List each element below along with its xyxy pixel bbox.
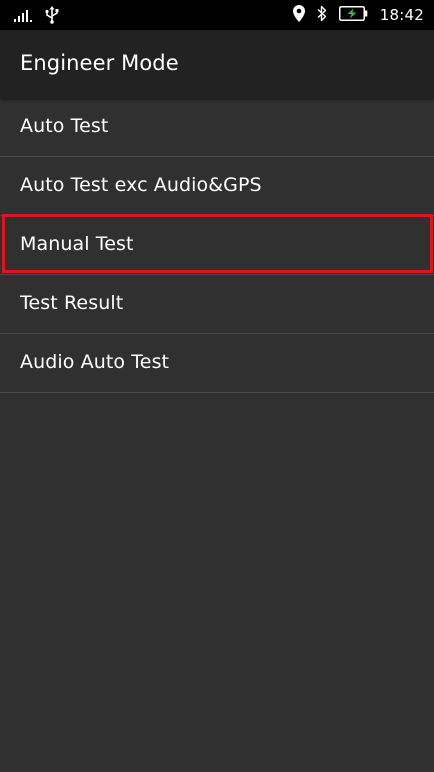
menu-item-label: Auto Test exc Audio&GPS [20,174,262,196]
menu-item-auto-test[interactable]: Auto Test [0,98,434,157]
menu-item-auto-test-exc-audio-gps[interactable]: Auto Test exc Audio&GPS [0,157,434,216]
usb-icon [44,6,60,28]
signal-icon [14,8,34,27]
status-bar-right: 18:42 [292,4,424,26]
status-bar: 18:42 [0,0,434,30]
menu-item-manual-test[interactable]: Manual Test [0,216,434,275]
menu-item-label: Auto Test [20,115,109,137]
page-title: Engineer Mode [20,51,179,75]
location-icon [292,4,305,26]
status-time: 18:42 [379,6,424,24]
menu-list: Auto Test Auto Test exc Audio&GPS Manual… [0,98,434,393]
menu-item-label: Test Result [20,292,124,314]
menu-item-test-result[interactable]: Test Result [0,275,434,334]
status-bar-left [14,6,60,28]
battery-charging-icon [338,5,368,25]
menu-item-label: Audio Auto Test [20,351,170,373]
menu-item-audio-auto-test[interactable]: Audio Auto Test [0,334,434,393]
app-bar: Engineer Mode [0,30,434,98]
menu-item-label: Manual Test [20,233,134,255]
bluetooth-icon [317,5,327,26]
